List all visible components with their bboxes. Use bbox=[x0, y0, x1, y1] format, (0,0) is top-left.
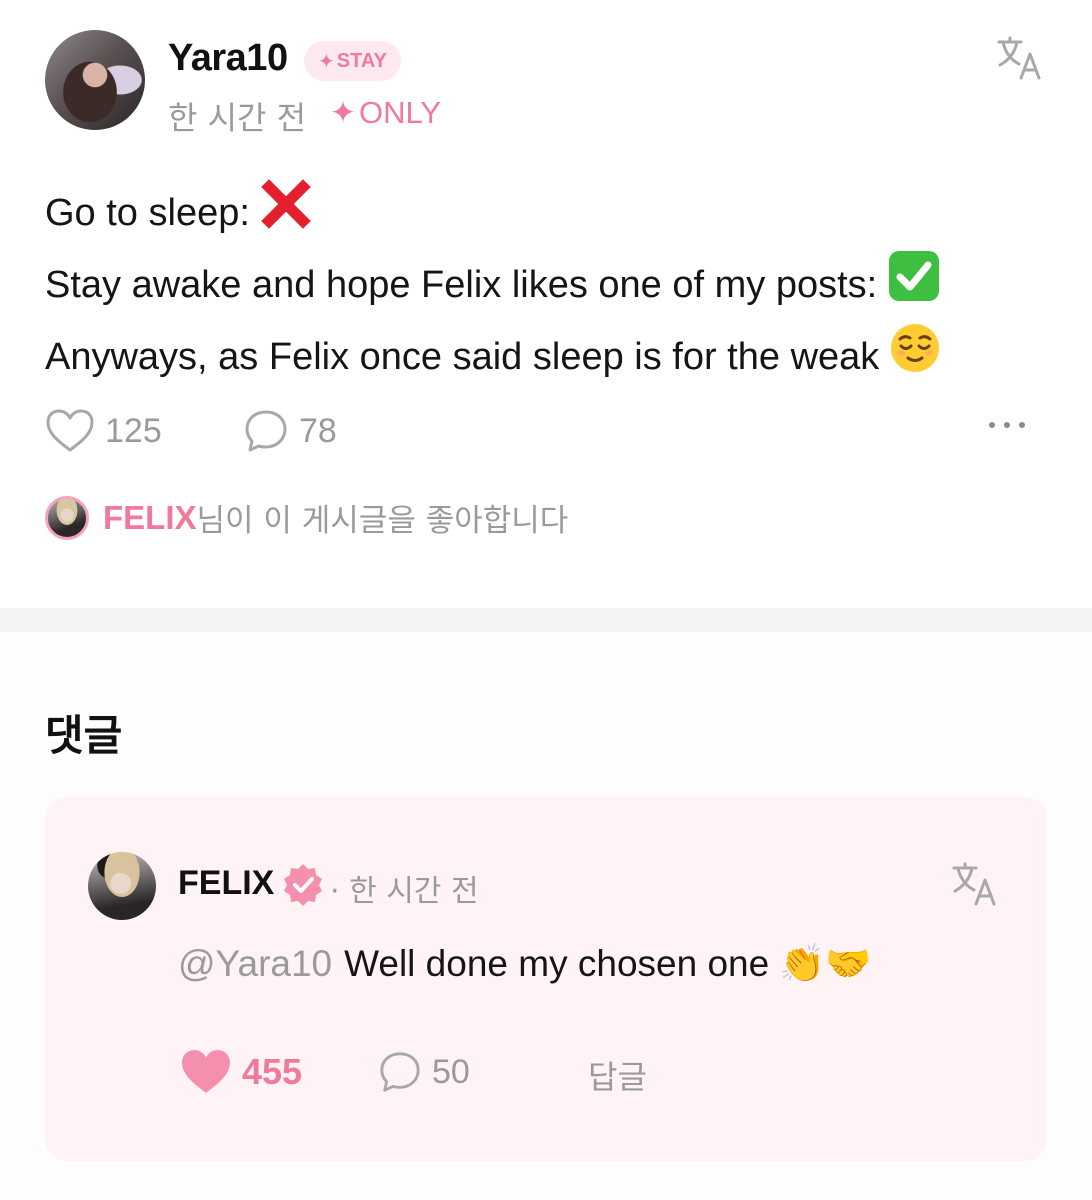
comment-like-button[interactable]: 455 bbox=[180, 1048, 302, 1096]
only-label-text: ONLY bbox=[358, 95, 442, 130]
more-icon-dot bbox=[1019, 422, 1025, 428]
post-line: Go to sleep: bbox=[45, 178, 1055, 249]
translate-icon bbox=[952, 862, 996, 906]
verified-badge-icon bbox=[284, 864, 322, 906]
comments-heading: 댓글 bbox=[45, 711, 123, 760]
comment-bubble-icon bbox=[380, 1052, 420, 1092]
liked-by-text: 님이 이 게시글을 좋아합니다 bbox=[196, 503, 569, 539]
cross-mark-icon bbox=[260, 178, 312, 249]
post-line-text: Stay awake and hope Felix likes one of m… bbox=[45, 264, 878, 306]
comment-body: Well done my chosen one bbox=[344, 943, 770, 984]
comment-text: @Yara10 Well done my chosen one 👏🤝 bbox=[178, 942, 871, 986]
comment-bubble-icon bbox=[245, 410, 287, 452]
post-line-text: Anyways, as Felix once said sleep is for… bbox=[45, 336, 880, 378]
comment-like-count: 455 bbox=[242, 1051, 303, 1092]
comment-mention[interactable]: @Yara10 bbox=[178, 943, 332, 985]
more-icon-dot bbox=[989, 422, 995, 428]
post-timestamp: 한 시간 전 bbox=[168, 99, 307, 137]
stay-badge: ✦ STAY bbox=[304, 41, 401, 81]
sparkle-icon: ✦ bbox=[318, 50, 335, 73]
liked-by-name: FELIX bbox=[103, 498, 197, 536]
more-icon-dot bbox=[1004, 422, 1010, 428]
translate-icon bbox=[997, 36, 1041, 80]
comment-timestamp: · 한 시간 전 bbox=[330, 874, 479, 909]
section-divider bbox=[0, 608, 1092, 632]
clapping-handshake-emoji: 👏🤝 bbox=[779, 942, 872, 985]
more-options-button[interactable] bbox=[985, 416, 1029, 434]
post-line: Anyways, as Felix once said sleep is for… bbox=[45, 322, 1055, 393]
comment-author-name[interactable]: FELIX bbox=[178, 864, 274, 903]
post-author-name[interactable]: Yara10 bbox=[168, 37, 288, 80]
comment-translate-button[interactable] bbox=[950, 860, 1000, 910]
comment-reply-count: 50 bbox=[432, 1052, 470, 1091]
post-like-count: 125 bbox=[105, 411, 162, 450]
reply-button[interactable]: 답글 bbox=[588, 1052, 647, 1098]
post-line-text: Go to sleep: bbox=[45, 192, 250, 234]
post-like-button[interactable]: 125 bbox=[45, 408, 162, 454]
post-line: Stay awake and hope Felix likes one of m… bbox=[45, 249, 1055, 322]
heart-icon bbox=[182, 1050, 230, 1093]
post-body: Go to sleep: Stay awake and hope Felix l… bbox=[45, 178, 1055, 393]
sparkle-icon: ✦ bbox=[330, 95, 356, 130]
comment-author-avatar[interactable] bbox=[88, 852, 156, 920]
post-author-avatar[interactable] bbox=[45, 30, 145, 130]
liked-by-row[interactable]: FELIX 님이 이 게시글을 좋아합니다 bbox=[45, 495, 568, 540]
relieved-face-icon bbox=[889, 322, 941, 393]
liked-by-avatar bbox=[45, 495, 89, 540]
only-label: ✦ ONLY bbox=[330, 95, 441, 131]
heart-icon bbox=[46, 409, 94, 452]
post-comment-count: 78 bbox=[299, 411, 337, 450]
comment-replies-button[interactable]: 50 bbox=[378, 1050, 470, 1094]
post-comment-button[interactable]: 78 bbox=[243, 408, 337, 454]
translate-button[interactable] bbox=[995, 34, 1043, 87]
check-mark-icon bbox=[887, 249, 941, 322]
stay-badge-label: STAY bbox=[336, 49, 387, 72]
